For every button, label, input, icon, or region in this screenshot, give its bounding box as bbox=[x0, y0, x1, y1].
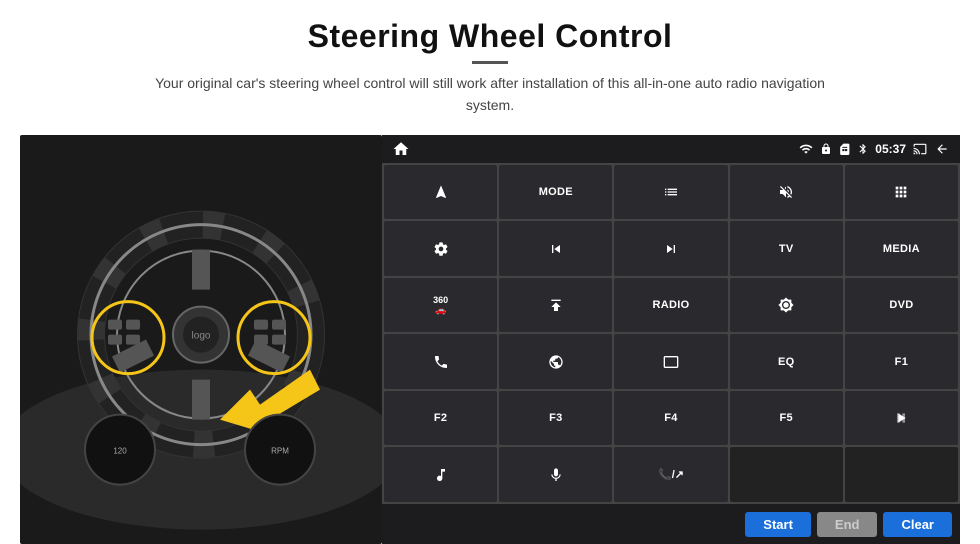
btn-radio[interactable]: RADIO bbox=[614, 278, 727, 333]
btn-browser[interactable] bbox=[499, 334, 612, 389]
svg-text:logo: logo bbox=[192, 330, 211, 341]
btn-dvd[interactable]: DVD bbox=[845, 278, 958, 333]
back-icon bbox=[934, 142, 950, 156]
content-section: logo 120 bbox=[0, 125, 980, 544]
btn-eq[interactable]: EQ bbox=[730, 334, 843, 389]
btn-f5[interactable]: F5 bbox=[730, 391, 843, 446]
header-section: Steering Wheel Control Your original car… bbox=[0, 0, 980, 125]
android-panel: 05:37 MODE bbox=[382, 135, 960, 544]
btn-navigate[interactable] bbox=[384, 165, 497, 220]
btn-prev[interactable] bbox=[499, 221, 612, 276]
status-right: 05:37 bbox=[798, 142, 950, 156]
btn-empty2 bbox=[845, 447, 958, 502]
svg-text:120: 120 bbox=[113, 446, 127, 455]
btn-list[interactable] bbox=[614, 165, 727, 220]
btn-settings[interactable] bbox=[384, 221, 497, 276]
svg-text:RPM: RPM bbox=[271, 446, 289, 455]
page-subtitle: Your original car's steering wheel contr… bbox=[150, 72, 830, 117]
btn-music[interactable] bbox=[384, 447, 497, 502]
sim-icon bbox=[838, 142, 851, 156]
btn-360cam[interactable]: 360🚗 bbox=[384, 278, 497, 333]
btn-screen[interactable] bbox=[614, 334, 727, 389]
btn-playpause[interactable] bbox=[845, 391, 958, 446]
steering-wheel-image: logo 120 bbox=[20, 135, 382, 544]
clear-button[interactable]: Clear bbox=[883, 512, 952, 537]
end-button[interactable]: End bbox=[817, 512, 878, 537]
title-divider bbox=[472, 61, 508, 64]
btn-mute[interactable] bbox=[730, 165, 843, 220]
bottom-bar: Start End Clear bbox=[382, 504, 960, 544]
btn-f2[interactable]: F2 bbox=[384, 391, 497, 446]
btn-next[interactable] bbox=[614, 221, 727, 276]
button-grid: MODE bbox=[382, 163, 960, 504]
start-button[interactable]: Start bbox=[745, 512, 811, 537]
btn-media[interactable]: MEDIA bbox=[845, 221, 958, 276]
btn-phonecall[interactable]: 📞/↗ bbox=[614, 447, 727, 502]
btn-brightness[interactable] bbox=[730, 278, 843, 333]
status-time: 05:37 bbox=[875, 142, 906, 156]
page-title: Steering Wheel Control bbox=[40, 18, 940, 55]
btn-apps[interactable] bbox=[845, 165, 958, 220]
btn-f3[interactable]: F3 bbox=[499, 391, 612, 446]
btn-mode[interactable]: MODE bbox=[499, 165, 612, 220]
btn-eject[interactable] bbox=[499, 278, 612, 333]
bluetooth-icon bbox=[857, 142, 869, 156]
btn-mic[interactable] bbox=[499, 447, 612, 502]
status-bar: 05:37 bbox=[382, 135, 960, 163]
btn-f4[interactable]: F4 bbox=[614, 391, 727, 446]
cast-icon bbox=[912, 142, 928, 156]
wifi-icon bbox=[798, 142, 814, 156]
home-icon bbox=[392, 140, 410, 158]
btn-f1[interactable]: F1 bbox=[845, 334, 958, 389]
btn-empty1 bbox=[730, 447, 843, 502]
btn-tv[interactable]: TV bbox=[730, 221, 843, 276]
status-left bbox=[392, 140, 410, 158]
lock-icon bbox=[820, 142, 832, 156]
page-container: Steering Wheel Control Your original car… bbox=[0, 0, 980, 544]
btn-phone[interactable] bbox=[384, 334, 497, 389]
